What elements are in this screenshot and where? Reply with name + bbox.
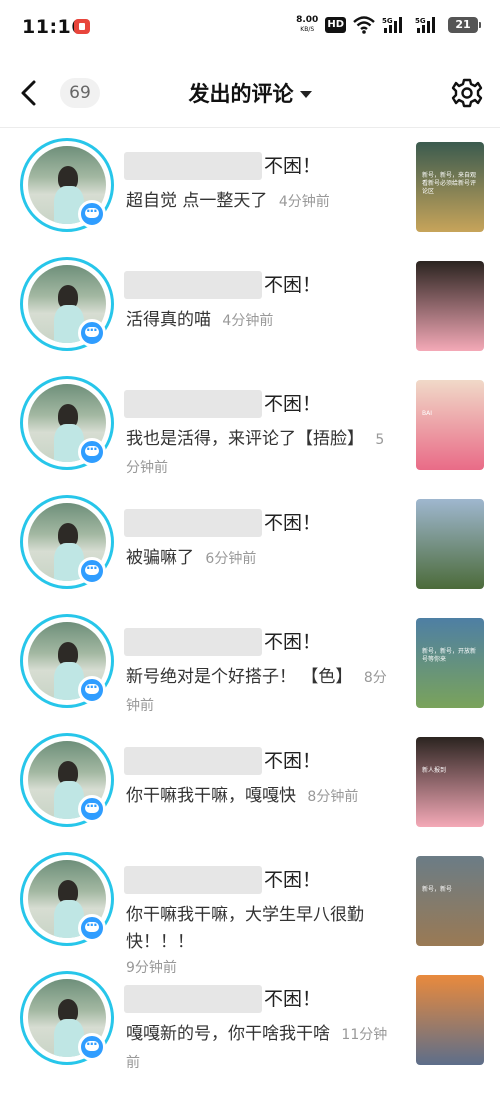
thumbnail-caption: 新号，新号，来自观看新号必须给新号评论区 xyxy=(422,172,477,195)
message-bubble-icon xyxy=(78,438,106,466)
message-bubble-icon xyxy=(78,319,106,347)
blurred-author-name xyxy=(124,271,262,299)
message-bubble-icon xyxy=(78,914,106,942)
blurred-author-name xyxy=(124,509,262,537)
comment-item[interactable]: 不困！ 你干嘛我干嘛，大学生早八很勤快！！！ 9分钟前 新号，新号 xyxy=(0,842,500,976)
wifi-icon xyxy=(353,16,375,34)
post-title: 不困！ xyxy=(264,869,322,891)
thumbnail-caption: 新号，新号 xyxy=(422,886,453,893)
signal-5g-icon: 5G xyxy=(382,16,408,34)
comment-text: 活得真的喵 4分钟前 xyxy=(126,307,396,335)
comment-item[interactable]: 不困！ 超自觉 点一整天了 4分钟前 新号，新号，来自观看新号必须给新号评论区 xyxy=(0,128,500,246)
comment-body: 你干嘛我干嘛，嘎嘎快 xyxy=(126,786,296,806)
comment-item[interactable]: 不困！ 你干嘛我干嘛，嘎嘎快 8分钟前 新人报到 xyxy=(0,723,500,841)
comment-body: 你干嘛我干嘛，大学生早八很勤快！！！ xyxy=(126,905,364,952)
post-thumbnail[interactable] xyxy=(416,975,484,1065)
comment-item[interactable]: 不困！ 活得真的喵 4分钟前 xyxy=(0,247,500,365)
post-thumbnail[interactable] xyxy=(416,261,484,351)
post-title: 不困！ xyxy=(264,155,322,177)
thumbnail-caption: 新号，新号，开放新号等你来 xyxy=(422,648,477,663)
message-bubble-icon xyxy=(78,795,106,823)
message-bubble-icon xyxy=(78,676,106,704)
comment-text: 嘎嘎新的号，你干啥我干啥 11分钟前 xyxy=(126,1021,396,1077)
hd-voice-icon: HD xyxy=(325,17,346,33)
chevron-left-icon xyxy=(21,80,36,106)
signal-5g-icon-2: 5G xyxy=(415,16,441,34)
status-bar: 11:16 8.00 KB/S HD 5G 5G 21 xyxy=(0,0,500,58)
blurred-author-name xyxy=(124,628,262,656)
message-bubble-icon xyxy=(78,557,106,585)
title-dropdown[interactable]: 发出的评论 xyxy=(150,76,350,110)
thumbnail-caption: BAI xyxy=(422,410,432,417)
screen-record-icon xyxy=(74,19,90,34)
post-thumbnail[interactable]: 新号，新号 xyxy=(416,856,484,946)
blurred-author-name xyxy=(124,985,262,1013)
back-button[interactable] xyxy=(14,76,46,110)
post-title: 不困！ xyxy=(264,988,322,1010)
post-thumbnail[interactable]: 新号，新号，开放新号等你来 xyxy=(416,618,484,708)
thumbnail-caption: 新人报到 xyxy=(422,767,447,774)
comment-time: 8分钟前 xyxy=(307,789,359,805)
comment-body: 活得真的喵 xyxy=(126,310,211,330)
blurred-author-name xyxy=(124,152,262,180)
post-title: 不困！ xyxy=(264,631,322,653)
network-speed: 8.00 KB/S xyxy=(296,16,318,34)
status-icons: 8.00 KB/S HD 5G 5G 21 xyxy=(296,16,481,34)
blurred-author-name xyxy=(124,866,262,894)
comment-time: 6分钟前 xyxy=(205,551,257,567)
post-title: 不困！ xyxy=(264,393,322,415)
comment-time: 4分钟前 xyxy=(222,313,274,329)
post-thumbnail[interactable]: BAI xyxy=(416,380,484,470)
caret-down-icon xyxy=(299,90,312,98)
comment-item[interactable]: 不困！ 被骗嘛了 6分钟前 xyxy=(0,485,500,603)
comment-count-badge: 69 xyxy=(60,78,100,108)
page-title: 发出的评论 xyxy=(188,82,294,106)
svg-text:5G: 5G xyxy=(415,17,426,25)
battery-icon: 21 xyxy=(448,17,481,33)
page-header: 69 发出的评论 xyxy=(0,58,500,128)
post-thumbnail[interactable] xyxy=(416,499,484,589)
post-title: 不困！ xyxy=(264,274,322,296)
comment-text: 超自觉 点一整天了 4分钟前 xyxy=(126,188,396,216)
svg-text:5G: 5G xyxy=(382,17,393,25)
blurred-author-name xyxy=(124,390,262,418)
comment-body: 被骗嘛了 xyxy=(126,548,194,568)
comment-text: 被骗嘛了 6分钟前 xyxy=(126,545,396,573)
comment-text: 你干嘛我干嘛，嘎嘎快 8分钟前 xyxy=(126,783,396,811)
comment-text: 新号绝对是个好搭子！ 【色】 8分钟前 xyxy=(126,664,396,720)
network-speed-unit: KB/S xyxy=(300,26,315,33)
comment-body: 新号绝对是个好搭子！ 【色】 xyxy=(126,667,353,687)
comment-item[interactable]: 不困！ 我也是活得，来评论了【捂脸】 5分钟前 BAI xyxy=(0,366,500,484)
comment-body: 超自觉 点一整天了 xyxy=(126,191,268,211)
comment-item[interactable]: 不困！ 新号绝对是个好搭子！ 【色】 8分钟前 新号，新号，开放新号等你来 xyxy=(0,604,500,722)
post-title: 不困！ xyxy=(264,512,322,534)
post-title: 不困！ xyxy=(264,750,322,772)
message-bubble-icon xyxy=(78,200,106,228)
post-thumbnail[interactable]: 新人报到 xyxy=(416,737,484,827)
blurred-author-name xyxy=(124,747,262,775)
network-speed-value: 8.00 xyxy=(296,15,319,25)
settings-button[interactable] xyxy=(450,76,484,110)
message-bubble-icon xyxy=(78,1033,106,1061)
post-thumbnail[interactable]: 新号，新号，来自观看新号必须给新号评论区 xyxy=(416,142,484,232)
comment-body: 我也是活得，来评论了【捂脸】 xyxy=(126,429,364,449)
comment-text: 我也是活得，来评论了【捂脸】 5分钟前 xyxy=(126,426,396,482)
comment-time: 4分钟前 xyxy=(278,194,330,210)
comment-item[interactable]: 不困！ 嘎嘎新的号，你干啥我干啥 11分钟前 xyxy=(0,961,500,1079)
comment-body: 嘎嘎新的号，你干啥我干啥 xyxy=(126,1024,330,1044)
gear-icon xyxy=(451,78,483,108)
